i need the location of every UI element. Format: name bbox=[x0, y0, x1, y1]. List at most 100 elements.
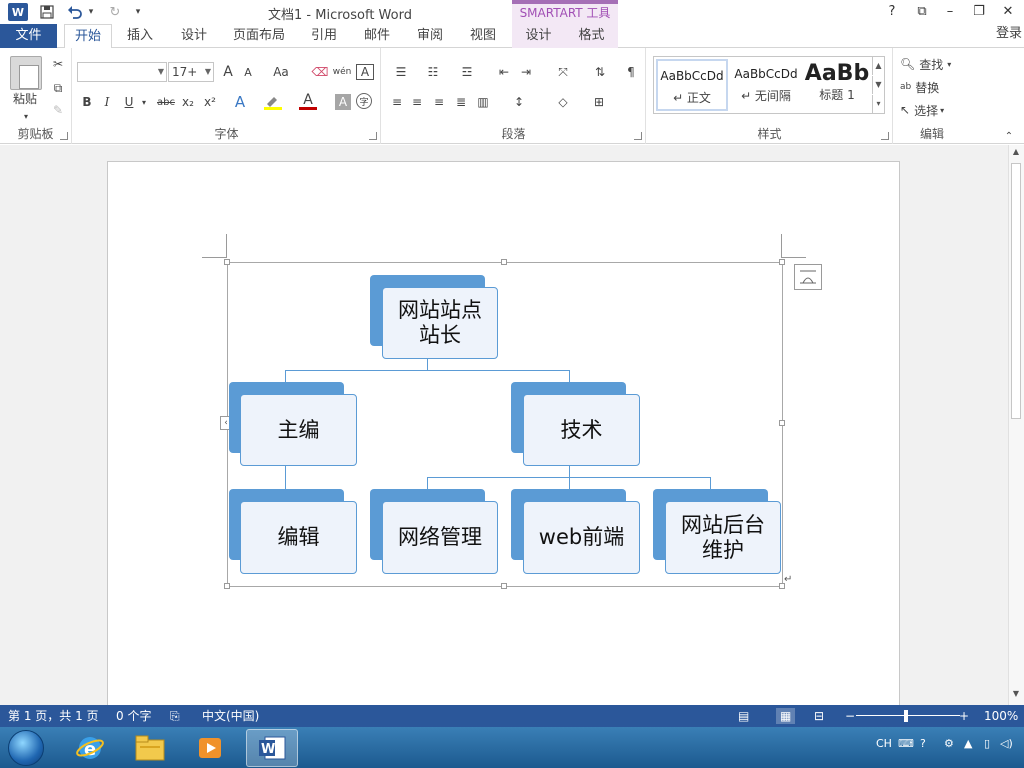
node-backend[interactable]: 网站后台 维护 bbox=[665, 501, 781, 574]
enclose-characters-button[interactable]: 字 bbox=[356, 93, 372, 109]
input-language[interactable]: CH bbox=[876, 737, 892, 750]
line-spacing-icon[interactable]: ↕ bbox=[506, 92, 532, 112]
node-web[interactable]: web前端 bbox=[523, 501, 640, 574]
layout-options-icon[interactable] bbox=[794, 264, 822, 290]
explorer-icon[interactable] bbox=[124, 729, 176, 767]
scroll-up-icon[interactable]: ▲ bbox=[1011, 147, 1021, 159]
decrease-indent-icon[interactable]: ⇤ bbox=[494, 62, 514, 82]
sign-in-link[interactable]: 登录 bbox=[996, 24, 1022, 44]
network-icon[interactable]: ▯ bbox=[984, 737, 990, 750]
shading-icon[interactable]: ◇ bbox=[550, 92, 576, 112]
styles-launcher-icon[interactable] bbox=[881, 132, 889, 140]
find-button[interactable]: 🔍︎ 查找 ▾ bbox=[900, 54, 964, 74]
underline-button[interactable]: U bbox=[121, 92, 137, 112]
chinese-layout-icon[interactable]: ⤧ bbox=[550, 62, 576, 82]
grow-font-button[interactable]: A bbox=[219, 62, 237, 82]
keyboard-icon[interactable]: ⌨ bbox=[898, 737, 914, 750]
tab-file[interactable]: 文件 bbox=[0, 24, 57, 48]
paste-icon[interactable] bbox=[10, 56, 42, 90]
gallery-up-icon[interactable]: ▲ bbox=[872, 57, 884, 75]
tab-smartart-format[interactable]: 格式 bbox=[565, 24, 618, 48]
shrink-font-button[interactable]: A bbox=[239, 62, 257, 82]
media-player-icon[interactable] bbox=[184, 729, 236, 767]
ribbon-display-options-button[interactable]: ⧉ bbox=[910, 2, 934, 22]
change-case-button[interactable]: Aa bbox=[267, 62, 295, 82]
bullets-icon[interactable]: ☰ bbox=[388, 62, 414, 82]
web-layout-icon[interactable]: ⊟ bbox=[814, 708, 824, 724]
subscript-button[interactable]: x₂ bbox=[179, 92, 197, 112]
word-taskbar-icon[interactable]: W bbox=[246, 729, 298, 767]
tab-view[interactable]: 视图 bbox=[461, 24, 505, 48]
show-marks-icon[interactable]: ¶ bbox=[622, 62, 640, 82]
distributed-icon[interactable]: ▥ bbox=[474, 92, 492, 112]
word-app-icon[interactable]: W bbox=[8, 3, 28, 21]
zoom-in-button[interactable]: + bbox=[959, 708, 969, 724]
align-center-icon[interactable]: ≡ bbox=[408, 92, 426, 112]
volume-icon[interactable]: ◁) bbox=[1000, 737, 1013, 750]
paste-button[interactable]: 粘贴 bbox=[6, 88, 44, 108]
justify-icon[interactable]: ≣ bbox=[452, 92, 470, 112]
zoom-slider[interactable] bbox=[856, 715, 960, 716]
maximize-button[interactable]: ❐ bbox=[967, 2, 991, 22]
help-button[interactable]: ? bbox=[880, 2, 904, 22]
show-hidden-icons-icon[interactable]: ▲ bbox=[964, 737, 972, 750]
font-launcher-icon[interactable] bbox=[369, 132, 377, 140]
style-no-spacing[interactable]: AaBbCcDd ↵ 无间隔 bbox=[730, 59, 802, 111]
highlight-icon[interactable] bbox=[263, 92, 283, 112]
zoom-slider-thumb[interactable] bbox=[904, 710, 908, 722]
font-name-combo[interactable]: ▼ bbox=[77, 62, 167, 82]
print-layout-icon[interactable]: ▦ bbox=[776, 708, 796, 724]
font-name-dropdown-icon[interactable]: ▼ bbox=[158, 63, 164, 81]
close-button[interactable]: ✕ bbox=[996, 2, 1020, 22]
vertical-scrollbar[interactable]: ▲ ▼ bbox=[1008, 145, 1024, 705]
node-editor[interactable]: 主编 bbox=[240, 394, 357, 466]
numbering-icon[interactable]: ☷ bbox=[420, 62, 446, 82]
resize-handle[interactable] bbox=[779, 259, 785, 265]
sort-icon[interactable]: ⇅ bbox=[590, 62, 610, 82]
superscript-button[interactable]: x² bbox=[201, 92, 219, 112]
borders-icon[interactable]: ⊞ bbox=[586, 92, 612, 112]
underline-dropdown-icon[interactable]: ▾ bbox=[139, 92, 149, 112]
replace-button[interactable]: ab 替换 bbox=[900, 77, 964, 97]
undo-icon[interactable] bbox=[66, 3, 84, 21]
gallery-down-icon[interactable]: ▼ bbox=[872, 76, 884, 94]
tab-home[interactable]: 开始 bbox=[64, 24, 112, 49]
language-indicator[interactable]: 中文(中国) bbox=[202, 708, 259, 724]
node-editing[interactable]: 编辑 bbox=[240, 501, 357, 574]
font-size-combo[interactable]: 17+ ▼ bbox=[168, 62, 214, 82]
character-shading-button[interactable]: A bbox=[335, 94, 351, 110]
resize-handle[interactable] bbox=[224, 259, 230, 265]
resize-handle[interactable] bbox=[501, 583, 507, 589]
tab-design[interactable]: 设计 bbox=[172, 24, 216, 48]
italic-button[interactable]: I bbox=[99, 92, 115, 112]
tab-references[interactable]: 引用 bbox=[302, 24, 346, 48]
node-network[interactable]: 网络管理 bbox=[382, 501, 498, 574]
align-right-icon[interactable]: ≡ bbox=[430, 92, 448, 112]
style-normal[interactable]: AaBbCcDd ↵ 正文 bbox=[656, 59, 728, 111]
word-count[interactable]: 0 个字 bbox=[116, 708, 151, 724]
resize-handle[interactable] bbox=[501, 259, 507, 265]
copy-icon[interactable]: ⧉ bbox=[48, 78, 68, 98]
scroll-down-icon[interactable]: ▼ bbox=[1011, 689, 1021, 701]
customize-toolbar-icon[interactable]: ▾ bbox=[132, 3, 144, 21]
scroll-thumb[interactable] bbox=[1011, 163, 1021, 419]
node-root[interactable]: 网站站点 站长 bbox=[382, 287, 498, 359]
strikethrough-button[interactable]: abc bbox=[155, 92, 177, 112]
multilevel-list-icon[interactable]: ☲ bbox=[454, 62, 480, 82]
start-button[interactable] bbox=[8, 730, 44, 766]
character-border-button[interactable]: A bbox=[356, 64, 374, 80]
style-heading-1[interactable]: AaBb 标题 1 bbox=[802, 59, 872, 111]
font-size-dropdown-icon[interactable]: ▼ bbox=[205, 63, 211, 81]
proofing-icon[interactable]: ⎘ bbox=[170, 708, 180, 724]
gallery-more-icon[interactable]: ▾ bbox=[872, 95, 884, 113]
paragraph-launcher-icon[interactable] bbox=[634, 132, 642, 140]
save-icon[interactable] bbox=[38, 3, 56, 21]
redo-icon[interactable]: ↻ bbox=[106, 3, 124, 21]
resize-handle[interactable] bbox=[224, 583, 230, 589]
help-tray-icon[interactable]: ? bbox=[920, 737, 926, 750]
paste-dropdown-icon[interactable]: ▾ bbox=[20, 106, 32, 126]
tab-review[interactable]: 审阅 bbox=[408, 24, 452, 48]
tab-insert[interactable]: 插入 bbox=[118, 24, 162, 48]
node-tech[interactable]: 技术 bbox=[523, 394, 640, 466]
ie-icon[interactable]: e bbox=[64, 729, 116, 767]
